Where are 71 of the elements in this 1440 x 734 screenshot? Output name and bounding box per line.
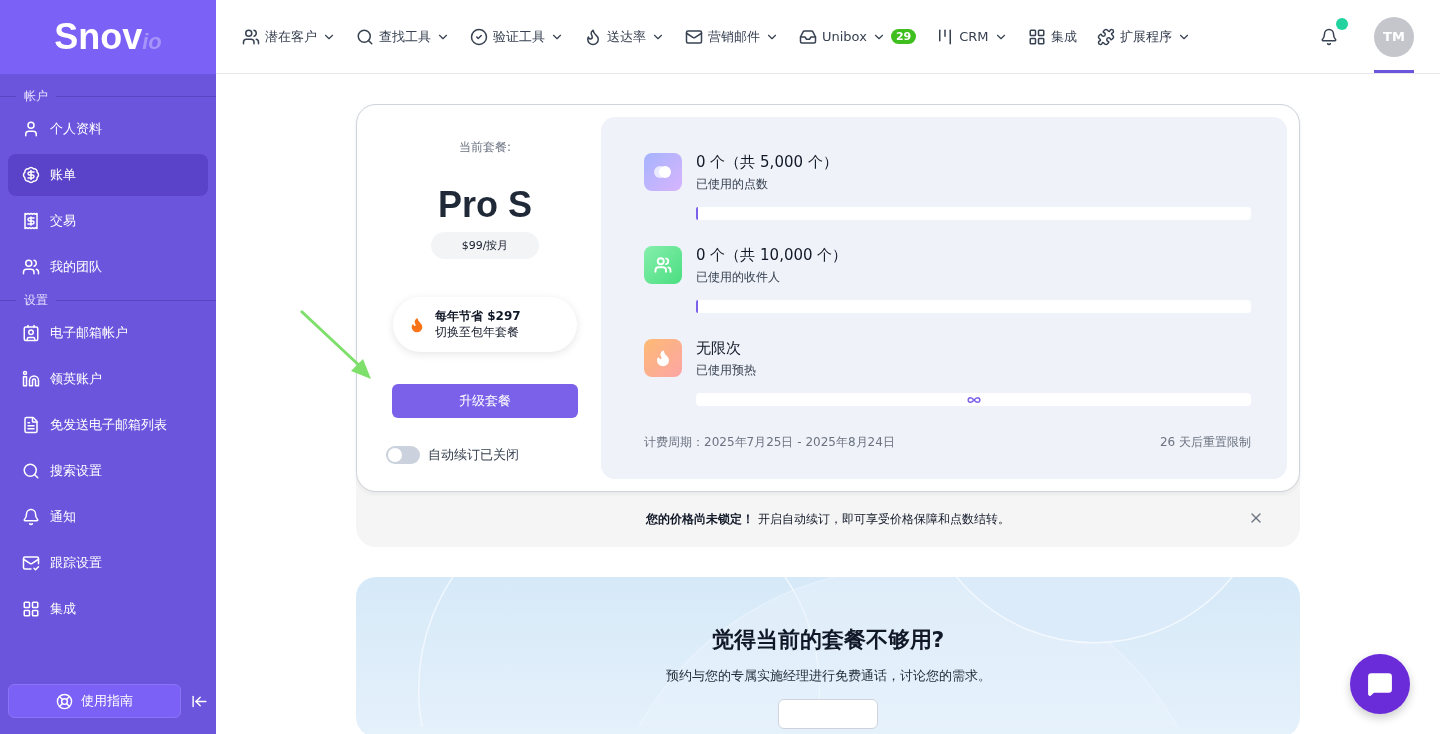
dollar-icon bbox=[22, 166, 40, 184]
sidebar-item[interactable]: 通知 bbox=[8, 496, 208, 538]
flame-icon bbox=[584, 27, 602, 46]
sidebar-item[interactable]: 个人资料 bbox=[8, 108, 208, 150]
nav-menu[interactable]: 扩展程序 bbox=[1096, 27, 1191, 46]
annual-offer[interactable]: 每年节省 $297 切换至包年套餐 bbox=[393, 297, 577, 352]
usage-label: 已使用预热 bbox=[696, 362, 757, 379]
linkedin-icon bbox=[22, 370, 40, 388]
nav-menu[interactable]: CRM bbox=[936, 27, 1008, 46]
sidebar-item[interactable]: 跟踪设置 bbox=[8, 542, 208, 584]
people-icon bbox=[644, 246, 682, 284]
usage-value: 无限次 bbox=[696, 339, 742, 358]
auto-renew-toggle[interactable] bbox=[386, 446, 420, 464]
price-lock-notice: 您的价格尚未锁定！ 开启自动续订，即可享受价格保障和点数结转。 bbox=[646, 511, 1010, 528]
plan-label: 当前套餐: bbox=[458, 139, 511, 156]
guide-button[interactable]: 使用指南 bbox=[8, 684, 181, 718]
offer-subtitle: 切换至包年套餐 bbox=[435, 324, 520, 341]
sidebar-item[interactable]: 免发送电子邮箱列表 bbox=[8, 404, 208, 446]
nav-menu[interactable]: Unibox 29 bbox=[799, 27, 917, 46]
nav-menu[interactable]: 查找工具 bbox=[356, 27, 450, 46]
bell-icon bbox=[1320, 27, 1338, 46]
section-title: 设置 bbox=[24, 291, 48, 309]
users-icon bbox=[242, 27, 260, 46]
coins-icon bbox=[644, 153, 682, 191]
sidebar-item[interactable]: 我的团队 bbox=[8, 246, 208, 288]
usage-label: 已使用的收件人 bbox=[696, 269, 781, 286]
usage-value: 0 个（共 10,000 个） bbox=[696, 246, 849, 265]
usage-value: 0 个（共 5,000 个） bbox=[696, 153, 839, 172]
reset-note: 26 天后重置限制 bbox=[1159, 434, 1251, 451]
chat-icon bbox=[1367, 671, 1393, 697]
nav-menu[interactable]: 集成 bbox=[1027, 27, 1077, 46]
puzzle-icon bbox=[1096, 27, 1115, 46]
count-badge: 29 bbox=[890, 29, 917, 44]
chat-button[interactable] bbox=[1350, 654, 1410, 714]
upgrade-button[interactable]: 升级套餐 bbox=[392, 384, 578, 418]
flame-icon bbox=[409, 316, 425, 333]
document-icon bbox=[22, 416, 40, 434]
check-circle-icon bbox=[470, 27, 488, 46]
search-icon bbox=[22, 462, 40, 480]
plan-name: Pro S bbox=[438, 184, 532, 226]
offer-title: 每年节省 $297 bbox=[435, 308, 521, 325]
grid-icon bbox=[22, 600, 40, 618]
billing-period: 计费周期：2025年7月25日 - 2025年8月24日 bbox=[644, 434, 895, 451]
price-tag: $99/按月 bbox=[431, 232, 539, 259]
promo-title: 觉得当前的套餐不够用? bbox=[711, 626, 945, 654]
inbox-icon bbox=[799, 27, 817, 46]
nav-menu[interactable]: 验证工具 bbox=[470, 27, 564, 46]
flame-icon bbox=[644, 339, 682, 377]
search-icon bbox=[356, 27, 374, 46]
mail-icon bbox=[22, 554, 40, 572]
receipt-icon bbox=[22, 212, 40, 230]
bell-icon bbox=[22, 508, 40, 526]
usage-label: 已使用的点数 bbox=[696, 176, 769, 193]
sidebar-item[interactable]: 电子邮箱帐户 bbox=[8, 312, 208, 354]
grid-icon bbox=[1027, 27, 1046, 46]
users-icon bbox=[22, 258, 40, 276]
sidebar-item[interactable]: 账单 bbox=[8, 154, 208, 196]
nav-menu[interactable]: 营销邮件 bbox=[685, 27, 779, 46]
lifebuoy-icon bbox=[56, 692, 73, 710]
toggle-label: 自动续订已关闭 bbox=[428, 446, 519, 464]
contact-icon bbox=[22, 324, 40, 342]
section-title: 帐户 bbox=[24, 87, 48, 105]
nav-menu[interactable]: 潜在客户 bbox=[242, 27, 336, 46]
sidebar-item[interactable]: 领英账户 bbox=[8, 358, 208, 400]
sidebar-item[interactable]: 集成 bbox=[8, 588, 208, 630]
mail-icon bbox=[685, 27, 703, 46]
user-icon bbox=[22, 120, 40, 138]
nav-menu[interactable]: 送达率 bbox=[584, 27, 665, 46]
sidebar-item[interactable]: 搜索设置 bbox=[8, 450, 208, 492]
promo-subtitle: 预约与您的专属实施经理进行免费通话，讨论您的需求。 bbox=[665, 667, 991, 685]
sidebar-item[interactable]: 交易 bbox=[8, 200, 208, 242]
